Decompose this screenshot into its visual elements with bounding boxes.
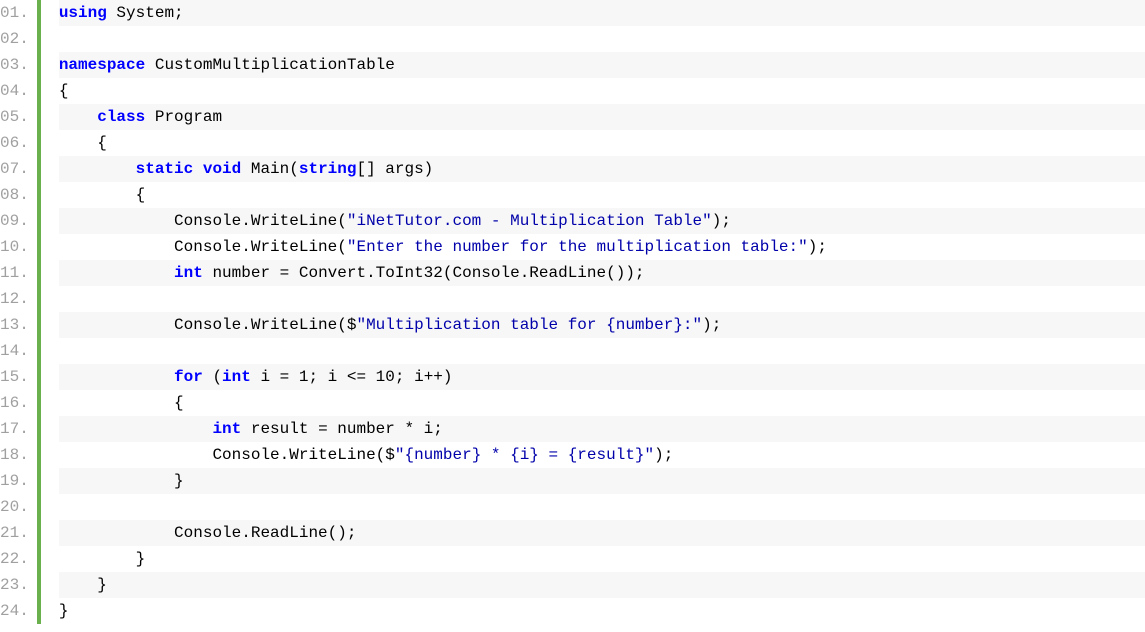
- token: System;: [107, 4, 184, 22]
- code-line: [59, 286, 1145, 312]
- line-number: 03.: [0, 52, 29, 78]
- line-number: 02.: [0, 26, 29, 52]
- token: [59, 108, 97, 126]
- code-line: Console.WriteLine($"{number} * {i} = {re…: [59, 442, 1145, 468]
- code-line: {: [59, 130, 1145, 156]
- line-number: 22.: [0, 546, 29, 572]
- token: "{number} * {i} = {result}": [395, 446, 654, 464]
- line-number: 14.: [0, 338, 29, 364]
- token: (: [203, 368, 222, 386]
- token: );: [654, 446, 673, 464]
- code-line: }: [59, 546, 1145, 572]
- token: Console.WriteLine(: [59, 238, 347, 256]
- token: [59, 368, 174, 386]
- line-number: 13.: [0, 312, 29, 338]
- code-area: using System; namespace CustomMultiplicat…: [41, 0, 1145, 624]
- token: void: [203, 160, 241, 178]
- token: number = Convert.ToInt32(Console.ReadLin…: [203, 264, 645, 282]
- line-number: 23.: [0, 572, 29, 598]
- code-line: class Program: [59, 104, 1145, 130]
- token: Console.WriteLine($: [59, 316, 357, 334]
- token: }: [59, 472, 184, 490]
- token: i = 1; i <= 10; i++): [251, 368, 453, 386]
- line-number: 04.: [0, 78, 29, 104]
- token: {: [59, 394, 184, 412]
- line-number: 15.: [0, 364, 29, 390]
- line-number: 09.: [0, 208, 29, 234]
- code-line: }: [59, 468, 1145, 494]
- token: );: [702, 316, 721, 334]
- code-block: 01.02.03.04.05.06.07.08.09.10.11.12.13.1…: [0, 0, 1145, 624]
- code-line: Console.WriteLine($"Multiplication table…: [59, 312, 1145, 338]
- token: "Enter the number for the multiplication…: [347, 238, 808, 256]
- code-line: }: [59, 572, 1145, 598]
- token: [] args): [356, 160, 433, 178]
- token: );: [808, 238, 827, 256]
- code-line: int number = Convert.ToInt32(Console.Rea…: [59, 260, 1145, 286]
- line-number: 01.: [0, 0, 29, 26]
- token: }: [59, 550, 145, 568]
- code-line: Console.WriteLine("iNetTutor.com - Multi…: [59, 208, 1145, 234]
- token: static: [136, 160, 194, 178]
- line-number: 12.: [0, 286, 29, 312]
- token: string: [299, 160, 357, 178]
- line-number: 21.: [0, 520, 29, 546]
- line-number: 10.: [0, 234, 29, 260]
- line-number: 18.: [0, 442, 29, 468]
- code-line: Console.ReadLine();: [59, 520, 1145, 546]
- code-line: {: [59, 182, 1145, 208]
- token: namespace: [59, 56, 145, 74]
- token: int: [222, 368, 251, 386]
- code-line: [59, 494, 1145, 520]
- token: "Multiplication table for {number}:": [356, 316, 702, 334]
- line-number: 17.: [0, 416, 29, 442]
- token: int: [174, 264, 203, 282]
- token: {: [59, 186, 145, 204]
- token: }: [59, 602, 69, 620]
- line-number: 11.: [0, 260, 29, 286]
- token: [193, 160, 203, 178]
- token: class: [97, 108, 145, 126]
- line-number: 20.: [0, 494, 29, 520]
- token: [59, 264, 174, 282]
- token: Console.ReadLine();: [59, 524, 357, 542]
- token: }: [59, 576, 107, 594]
- line-number: 08.: [0, 182, 29, 208]
- code-line: {: [59, 390, 1145, 416]
- code-line: Console.WriteLine("Enter the number for …: [59, 234, 1145, 260]
- line-number: 19.: [0, 468, 29, 494]
- line-number-gutter: 01.02.03.04.05.06.07.08.09.10.11.12.13.1…: [0, 0, 37, 624]
- code-line: }: [59, 598, 1145, 624]
- token: [59, 420, 213, 438]
- token: int: [212, 420, 241, 438]
- code-line: [59, 338, 1145, 364]
- line-number: 05.: [0, 104, 29, 130]
- token: {: [59, 82, 69, 100]
- code-line: [59, 26, 1145, 52]
- token: "iNetTutor.com - Multiplication Table": [347, 212, 712, 230]
- line-number: 16.: [0, 390, 29, 416]
- token: CustomMultiplicationTable: [145, 56, 395, 74]
- code-line: static void Main(string[] args): [59, 156, 1145, 182]
- code-line: namespace CustomMultiplicationTable: [59, 52, 1145, 78]
- token: [59, 160, 136, 178]
- token: result = number * i;: [241, 420, 443, 438]
- token: Program: [145, 108, 222, 126]
- code-line: using System;: [59, 0, 1145, 26]
- line-number: 07.: [0, 156, 29, 182]
- token: {: [59, 134, 107, 152]
- code-line: {: [59, 78, 1145, 104]
- line-number: 24.: [0, 598, 29, 624]
- token: for: [174, 368, 203, 386]
- token: Console.WriteLine(: [59, 212, 347, 230]
- code-line: int result = number * i;: [59, 416, 1145, 442]
- token: Main(: [241, 160, 299, 178]
- line-number: 06.: [0, 130, 29, 156]
- code-line: for (int i = 1; i <= 10; i++): [59, 364, 1145, 390]
- token: using: [59, 4, 107, 22]
- token: Console.WriteLine($: [59, 446, 395, 464]
- token: );: [712, 212, 731, 230]
